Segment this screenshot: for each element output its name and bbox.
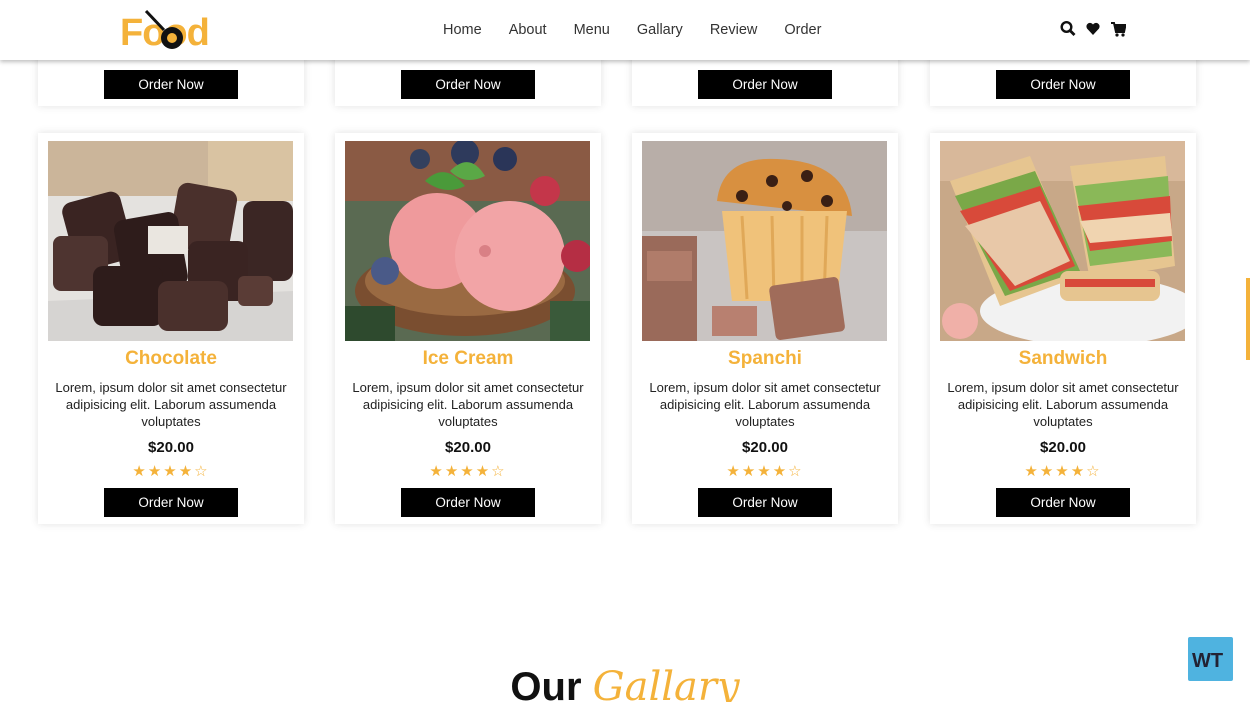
menu-card: Sandwich Lorem, ipsum dolor sit amet con… xyxy=(930,133,1196,524)
nav-menu[interactable]: Menu xyxy=(574,22,610,38)
site-header: Food Home About Menu Gallary Review Orde… xyxy=(0,0,1250,60)
menu-card: Chocolate Lorem, ipsum dolor sit amet co… xyxy=(38,133,304,524)
order-now-button[interactable]: Order Now xyxy=(104,488,238,517)
nav-home[interactable]: Home xyxy=(443,22,482,38)
card-title: Ice Cream xyxy=(422,348,514,369)
nav-order[interactable]: Order xyxy=(784,22,821,38)
card-price: $20.00 xyxy=(445,439,491,456)
sandwich-image xyxy=(940,141,1185,341)
card-title: Chocolate xyxy=(125,348,217,369)
main-nav: Home About Menu Gallary Review Order xyxy=(443,0,848,60)
heart-icon[interactable] xyxy=(1085,20,1101,38)
order-now-button[interactable]: Order Now xyxy=(996,488,1130,517)
menu-card: Ice Cream Lorem, ipsum dolor sit amet co… xyxy=(335,133,601,524)
half-star-icon: ☆ xyxy=(1086,463,1102,480)
badge-text: WT xyxy=(1192,650,1224,672)
gallery-heading-word: Our xyxy=(510,665,582,702)
order-now-button[interactable]: Order Now xyxy=(996,70,1130,99)
card-price: $20.00 xyxy=(742,439,788,456)
order-now-button[interactable]: Order Now xyxy=(698,488,832,517)
star-rating: ★★★★☆ xyxy=(1024,463,1102,480)
chocolate-image xyxy=(48,141,293,341)
gallery-heading-accent: Gallary xyxy=(592,664,740,702)
star-rating: ★★★★☆ xyxy=(132,463,210,480)
card-description: Lorem, ipsum dolor sit amet consectetur … xyxy=(352,380,584,429)
card-title: Spanchi xyxy=(728,348,802,369)
card-description: Lorem, ipsum dolor sit amet consectetur … xyxy=(947,380,1179,429)
scroll-indicator[interactable] xyxy=(1246,278,1250,360)
spanchi-image xyxy=(642,141,887,341)
order-now-button[interactable]: Order Now xyxy=(401,488,535,517)
order-now-button[interactable]: Order Now xyxy=(104,70,238,99)
gallery-heading: Our Gallary xyxy=(0,664,1250,702)
nav-gallary[interactable]: Gallary xyxy=(637,22,683,38)
half-star-icon: ☆ xyxy=(491,463,507,480)
nav-review[interactable]: Review xyxy=(710,22,758,38)
card-description: Lorem, ipsum dolor sit amet consectetur … xyxy=(55,380,287,429)
header-icons xyxy=(1060,20,1127,38)
card-price: $20.00 xyxy=(1040,439,1086,456)
star-rating: ★★★★☆ xyxy=(429,463,507,480)
order-now-button[interactable]: Order Now xyxy=(698,70,832,99)
menu-card: Spanchi Lorem, ipsum dolor sit amet cons… xyxy=(632,133,898,524)
card-description: Lorem, ipsum dolor sit amet consectetur … xyxy=(649,380,881,429)
order-now-button[interactable]: Order Now xyxy=(401,70,535,99)
nav-about[interactable]: About xyxy=(509,22,547,38)
half-star-icon: ☆ xyxy=(788,463,804,480)
card-title: Sandwich xyxy=(1018,348,1108,369)
card-price: $20.00 xyxy=(148,439,194,456)
logo[interactable]: Food xyxy=(120,8,210,54)
cart-icon[interactable] xyxy=(1110,20,1127,38)
watermark-badge: WT xyxy=(1188,637,1233,681)
pan-icon xyxy=(144,9,183,49)
search-icon[interactable] xyxy=(1060,20,1076,38)
ice-cream-image xyxy=(345,141,590,341)
star-rating: ★★★★☆ xyxy=(726,463,804,480)
half-star-icon: ☆ xyxy=(194,463,210,480)
